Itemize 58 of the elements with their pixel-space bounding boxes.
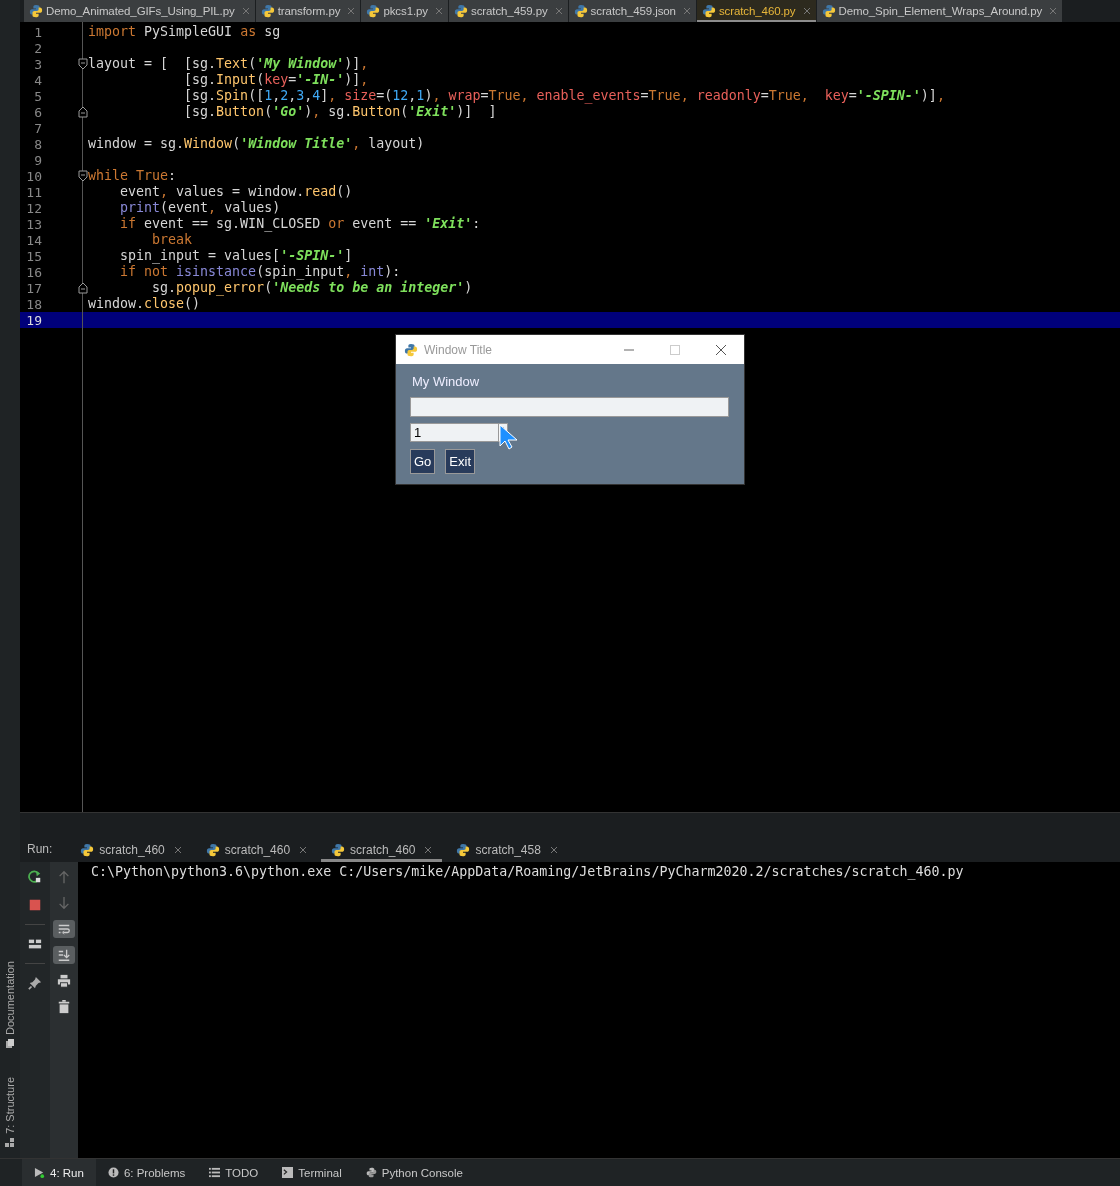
run-tab[interactable]: scratch_458 [446, 838, 568, 862]
tool-window-tab[interactable]: Terminal [270, 1159, 354, 1186]
tool-window-tab[interactable]: 4: Run [22, 1159, 96, 1186]
line-number: 1 [33, 24, 42, 40]
label-text: My Window [412, 374, 480, 389]
window-title: Window Title [424, 342, 493, 357]
run-tab[interactable]: scratch_460 [195, 838, 318, 862]
tool-window-tab[interactable]: Python Console [353, 1159, 475, 1186]
editor-tab[interactable]: pkcs1.py [361, 0, 448, 22]
line-number: 7 [33, 120, 42, 136]
editor-tab[interactable]: Demo_Animated_GIFs_Using_PIL.py [24, 0, 255, 22]
console-output: C:\Python\python3.6\python.exe C:/Users/mike/AppData/Roaming/JetBrains/PyCharm2020.2/scratches/scratch_460.py [91, 864, 965, 880]
editor-tab[interactable]: Demo_Spin_Element_Wraps_Around.py [816, 0, 1063, 22]
code-line: [sg.Input(key='-IN-')], [183, 72, 369, 87]
side-tab[interactable]: Documentation [4, 961, 16, 1036]
code-line: while True: [88, 168, 177, 183]
editor-tab[interactable]: scratch_459.py [449, 0, 568, 22]
line-number: 4 [33, 72, 42, 88]
line-number: 12 [25, 200, 42, 216]
line-number: 19 [25, 312, 42, 328]
line-number: 18 [25, 296, 42, 312]
code-line: window.close() [88, 296, 201, 311]
code-line: event, values = window.read() [119, 184, 353, 199]
code-line: sg.popup_error('Needs to be an integer') [151, 280, 473, 295]
editor-tab[interactable]: scratch_459.json [568, 0, 696, 22]
code-line: print(event, values) [119, 200, 281, 215]
line-number: 5 [33, 88, 42, 104]
code-line: break [151, 232, 193, 247]
code-line: spin_input = values['-SPIN-'] [119, 248, 353, 263]
code-line: layout = [ [sg.Text('My Window')], [88, 56, 369, 71]
window-button[interactable]: Go [410, 449, 436, 474]
line-number: 13 [25, 216, 42, 232]
code-line: [sg.Button('Go'), sg.Button('Exit')] ] [183, 104, 497, 119]
line-number: 16 [25, 264, 42, 280]
run-tab[interactable]: scratch_460 [321, 838, 443, 862]
side-tab[interactable]: 7: Structure [4, 1077, 16, 1134]
tool-window-tab[interactable]: TODO [197, 1159, 271, 1186]
line-number: 14 [25, 232, 42, 248]
line-number: 8 [33, 136, 42, 152]
panel-title: Run: [27, 841, 53, 858]
line-number: 15 [25, 248, 42, 264]
code-line: import PySimpleGUI as sg [88, 24, 281, 39]
line-number: 2 [33, 40, 42, 56]
editor-tab[interactable]: transform.py [255, 0, 361, 22]
code-line: if event == sg.WIN_CLOSED or event == 'Exit': [119, 216, 481, 231]
line-number: 6 [33, 104, 42, 120]
line-number: 3 [33, 56, 42, 72]
code-line: window = sg.Window('Window Title', layout) [88, 136, 425, 151]
code-line: [sg.Spin([1,2,3,4], size=(12,1), wrap=True, enable_events=True, readonly=True, key='-SPIN-')], [183, 88, 945, 103]
run-tab[interactable]: scratch_460 [70, 838, 192, 862]
tool-window-tab[interactable]: 6: Problems [95, 1159, 198, 1186]
code-line: if not isinstance(spin_input, int): [119, 264, 401, 279]
editor-tab[interactable]: scratch_460.py [696, 0, 816, 22]
line-number: 17 [25, 280, 42, 296]
line-number: 10 [25, 168, 42, 184]
line-number: 11 [25, 184, 42, 200]
window-button[interactable]: Exit [445, 449, 475, 474]
line-number: 9 [33, 152, 42, 168]
